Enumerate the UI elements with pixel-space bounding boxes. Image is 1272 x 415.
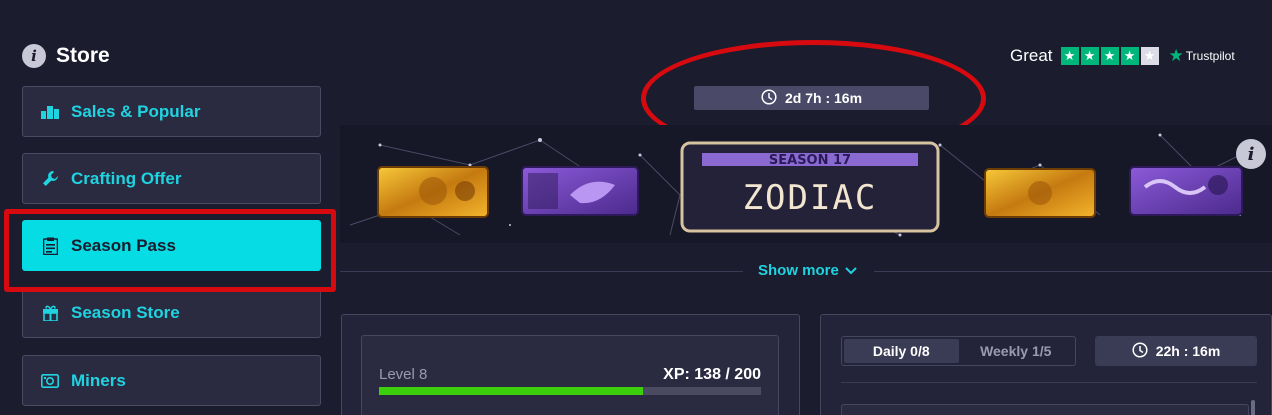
star-icon: ★: [1080, 47, 1099, 65]
page-title: Store: [56, 44, 110, 67]
annotation-highlight-rectangle: [4, 209, 336, 292]
clock-icon: [1132, 341, 1148, 361]
sidebar-item-season-store[interactable]: Season Store: [22, 287, 321, 338]
chevron-down-icon: [845, 262, 857, 279]
sidebar-item-label: Sales & Popular: [71, 101, 201, 121]
sidebar-item-crafting-offer[interactable]: Crafting Offer: [22, 153, 321, 204]
tasks-timer: 22h : 16m: [1095, 336, 1257, 366]
sidebar-item-label: Miners: [71, 370, 126, 390]
xp-label: XP: 138 / 200: [663, 366, 761, 383]
show-more-label: Show more: [758, 262, 839, 279]
sidebar-item-miners[interactable]: Miners: [22, 355, 321, 406]
season-banner-art: SEASON 17 ZODIAC: [340, 125, 1272, 243]
scrollbar[interactable]: [1251, 400, 1255, 415]
trustpilot-brand: Trustpilot: [1185, 49, 1235, 63]
trustpilot-star-icon: ★: [1168, 46, 1184, 65]
star-icon: ★: [1100, 47, 1119, 65]
sidebar-item-label: Crafting Offer: [71, 168, 182, 188]
sidebar-item-sales-popular[interactable]: Sales & Popular: [22, 86, 321, 137]
divider: [340, 271, 743, 272]
tab-daily[interactable]: Daily 0/8: [844, 339, 959, 363]
rating-word: Great: [1010, 46, 1053, 65]
gift-icon: [41, 304, 59, 322]
divider: [841, 382, 1257, 383]
tab-weekly[interactable]: Weekly 1/5: [959, 339, 1074, 363]
season-banner: SEASON 17 ZODIAC: [340, 125, 1272, 243]
sidebar-item-label: Season Store: [71, 302, 180, 322]
podium-icon: [41, 103, 59, 121]
info-icon[interactable]: i: [22, 44, 46, 68]
rating-stars: ★ ★ ★ ★ ★: [1060, 47, 1159, 65]
banner-info-icon[interactable]: i: [1236, 139, 1266, 169]
divider: [874, 271, 1272, 272]
xp-progress-fill: [379, 387, 643, 395]
xp-progress-bar: [379, 387, 761, 395]
season-name: ZODIAC: [743, 178, 878, 218]
star-icon: ★: [1060, 47, 1079, 65]
task-list: [841, 404, 1249, 415]
season-label: SEASON 17: [769, 153, 851, 168]
wrench-icon: [41, 170, 59, 188]
trustpilot-logo: ★ Trustpilot: [1169, 46, 1235, 66]
store-header: i Store: [22, 44, 110, 68]
task-tabs: Daily 0/8 Weekly 1/5: [841, 336, 1076, 366]
star-icon: ★: [1120, 47, 1139, 65]
tasks-timer-text: 22h : 16m: [1155, 343, 1221, 359]
show-more-link[interactable]: Show more: [758, 262, 857, 279]
level-label: Level 8: [379, 366, 428, 383]
trustpilot-rating[interactable]: Great ★ ★ ★ ★ ★ ★ Trustpilot: [1010, 46, 1235, 66]
miner-icon: [41, 372, 59, 390]
star-empty-icon: ★: [1140, 47, 1159, 65]
